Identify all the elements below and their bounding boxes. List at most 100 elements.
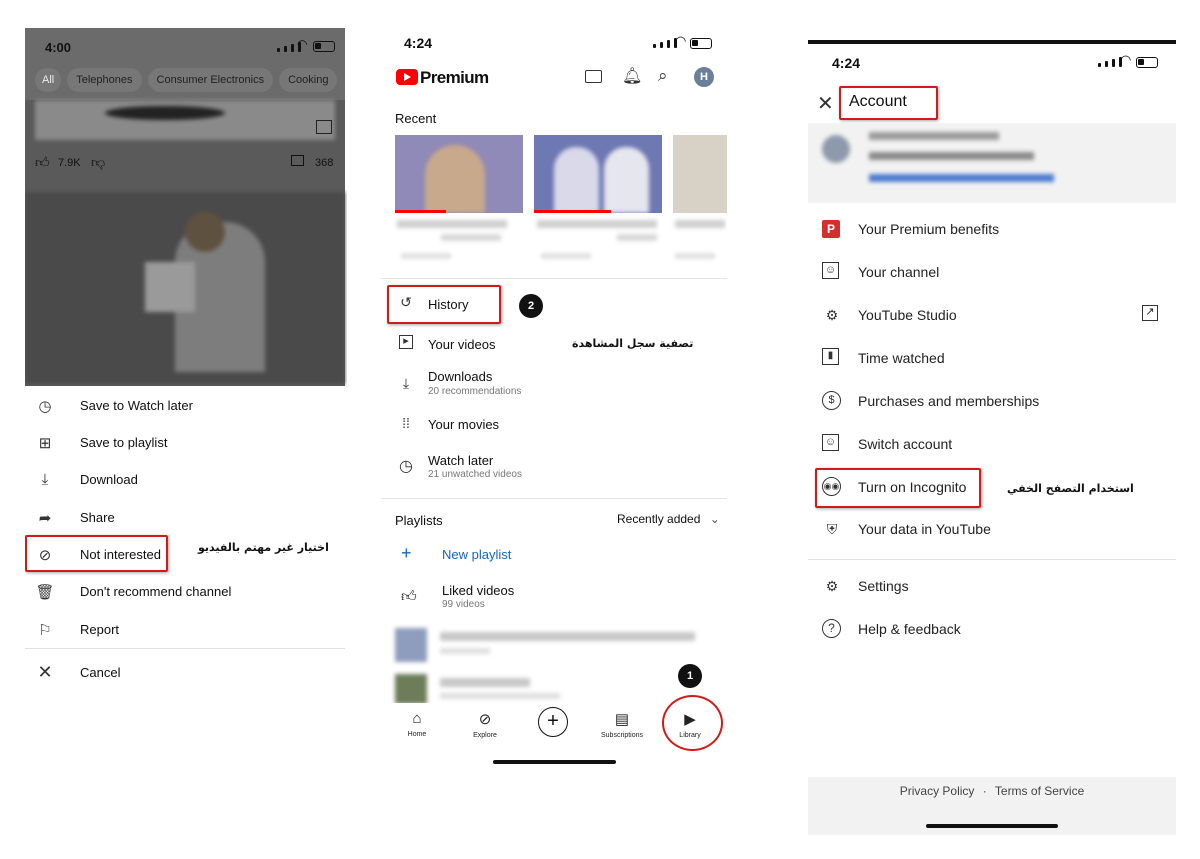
like-icon[interactable]: 👍︎ [35, 154, 50, 171]
account-item-purchases[interactable]: $ Purchases and memberships [808, 391, 1176, 421]
account-item-your-data[interactable]: ⛨ Your data in YouTube [808, 519, 1176, 549]
divider [25, 648, 345, 649]
highlight-not-interested [25, 535, 168, 572]
sort-dropdown[interactable]: Recently added ⌄ [617, 512, 720, 526]
sort-label: Recently added [617, 512, 701, 526]
panel-not-interested-menu: 4:00 ◠ All Telephones Consumer Electroni… [25, 0, 347, 859]
channel-icon: ☺ [822, 262, 839, 279]
dislike-icon[interactable]: 👎︎ [91, 154, 105, 171]
home-indicator [926, 824, 1058, 828]
youtube-studio-label: YouTube Studio [858, 307, 957, 323]
clock-icon: ◷ [399, 458, 413, 475]
purchases-label: Purchases and memberships [858, 393, 1040, 409]
highlight-account-title [839, 86, 938, 120]
signal-icon [653, 38, 677, 48]
youtube-logo-icon[interactable] [396, 69, 418, 85]
liked-videos-item[interactable]: 👍︎ Liked videos 99 videos [381, 580, 727, 614]
cancel-label: Cancel [80, 665, 121, 680]
playlist-item-blurred-1[interactable] [395, 628, 725, 662]
library-item-downloads[interactable]: ⤓ Downloads 20 recommendations [381, 366, 727, 400]
new-playlist-item[interactable]: + New playlist [381, 543, 727, 567]
wifi-icon: ◠ [675, 33, 687, 48]
close-icon[interactable]: ✕ [817, 91, 834, 116]
your-data-label: Your data in YouTube [858, 521, 991, 537]
menu-item-share[interactable]: ➦ Share [25, 499, 345, 536]
thumbs-up-icon: 👍︎ [401, 588, 417, 605]
download-icon: ⤓ [41, 471, 49, 488]
help-label: Help & feedback [858, 621, 961, 637]
cast-icon[interactable] [585, 70, 602, 83]
home-indicator [493, 760, 616, 764]
privacy-policy-link[interactable]: Privacy Policy [900, 784, 975, 798]
comments-icon[interactable] [291, 155, 304, 166]
bell-icon[interactable]: 🔔︎ [622, 66, 642, 86]
manage-account-link[interactable] [869, 174, 1054, 182]
chip-telephones[interactable]: Telephones [67, 68, 142, 92]
gear-icon: ⚙ [825, 578, 839, 594]
nav-explore[interactable]: ⊘ Explore [455, 710, 515, 739]
annotation-history: تصفية سجل المشاهدة [572, 337, 694, 350]
menu-item-save-to-playlist[interactable]: ⊞ Save to playlist [25, 424, 345, 461]
like-count: 7.9K [58, 157, 81, 169]
signal-icon [1098, 57, 1122, 67]
chip-cooking[interactable]: Cooking [279, 68, 338, 92]
recent-video-1[interactable] [395, 135, 523, 213]
account-footer: Privacy Policy · Terms of Service [808, 777, 1176, 835]
account-item-time-watched[interactable]: ▮ Time watched [808, 348, 1176, 378]
create-button[interactable]: + [538, 707, 568, 737]
account-item-help[interactable]: ? Help & feedback [808, 619, 1176, 649]
divider [381, 278, 727, 279]
footer-separator: · [982, 784, 987, 798]
highlight-history [387, 285, 501, 324]
subscriptions-icon: ▤ [614, 711, 630, 728]
your-channel-label: Your channel [858, 264, 940, 280]
film-icon: ⁞⁞ [402, 415, 410, 431]
liked-videos-label: Liked videos [442, 583, 515, 598]
menu-label: Don't recommend channel [80, 584, 232, 599]
share-icon: ➦ [38, 509, 52, 527]
downloads-label: Downloads [428, 369, 493, 384]
menu-item-dont-recommend[interactable]: 🗑︎ Don't recommend channel [25, 573, 345, 610]
chip-consumer-electronics[interactable]: Consumer Electronics [147, 68, 274, 92]
wifi-icon: ◠ [1120, 52, 1132, 67]
account-item-your-channel[interactable]: ☺ Your channel [808, 262, 1176, 292]
step-marker-2: 2 [519, 294, 543, 318]
menu-item-cancel[interactable]: ✕ Cancel [25, 654, 345, 691]
trash-icon: 🗑︎ [35, 583, 55, 601]
terms-of-service-link[interactable]: Terms of Service [995, 784, 1084, 798]
nav-home[interactable]: ⌂ Home [387, 710, 447, 738]
video-thumbnail-blurred [25, 192, 345, 384]
playlist-add-icon: ⊞ [38, 434, 52, 452]
recent-heading: Recent [395, 111, 437, 126]
brand-premium: Premium [420, 68, 489, 87]
time-watched-label: Time watched [858, 350, 945, 366]
studio-icon: ⚙ [825, 307, 839, 323]
video-thumbnail-top [35, 100, 335, 140]
menu-item-watch-later[interactable]: ◷ Save to Watch later [25, 387, 345, 424]
search-icon[interactable]: ⌕ [658, 66, 668, 86]
annotation-incognito: استخدام التصفح الخفي [1007, 482, 1134, 495]
account-item-switch-account[interactable]: ☺ Switch account [808, 434, 1176, 464]
avatar[interactable]: H [694, 67, 714, 87]
menu-label: Share [80, 510, 115, 525]
recent-video-1-title [397, 220, 507, 228]
recent-video-3[interactable] [673, 135, 727, 213]
account-item-premium-benefits[interactable]: P Your Premium benefits [808, 219, 1176, 249]
library-item-your-movies[interactable]: ⁞⁞ Your movies [381, 413, 727, 437]
divider [808, 559, 1176, 560]
library-item-watch-later[interactable]: ◷ Watch later 21 unwatched videos [381, 449, 727, 483]
nav-subscriptions[interactable]: ▤ Subscriptions [592, 710, 652, 739]
account-item-youtube-studio[interactable]: ⚙ YouTube Studio ↗ [808, 305, 1176, 335]
menu-label: Report [80, 622, 120, 637]
premium-benefits-label: Your Premium benefits [858, 221, 1000, 237]
recent-video-2[interactable] [534, 135, 662, 213]
account-card[interactable] [808, 123, 1176, 203]
dimmed-video-feed: 4:00 ◠ All Telephones Consumer Electroni… [25, 28, 345, 386]
chip-all[interactable]: All [35, 68, 62, 92]
account-email [869, 152, 1034, 160]
comment-count: 368 [315, 157, 334, 169]
menu-item-download[interactable]: ⤓ Download [25, 461, 345, 498]
menu-item-report[interactable]: ⚐ Report [25, 611, 345, 648]
battery-icon [313, 41, 335, 52]
account-item-settings[interactable]: ⚙ Settings [808, 576, 1176, 606]
